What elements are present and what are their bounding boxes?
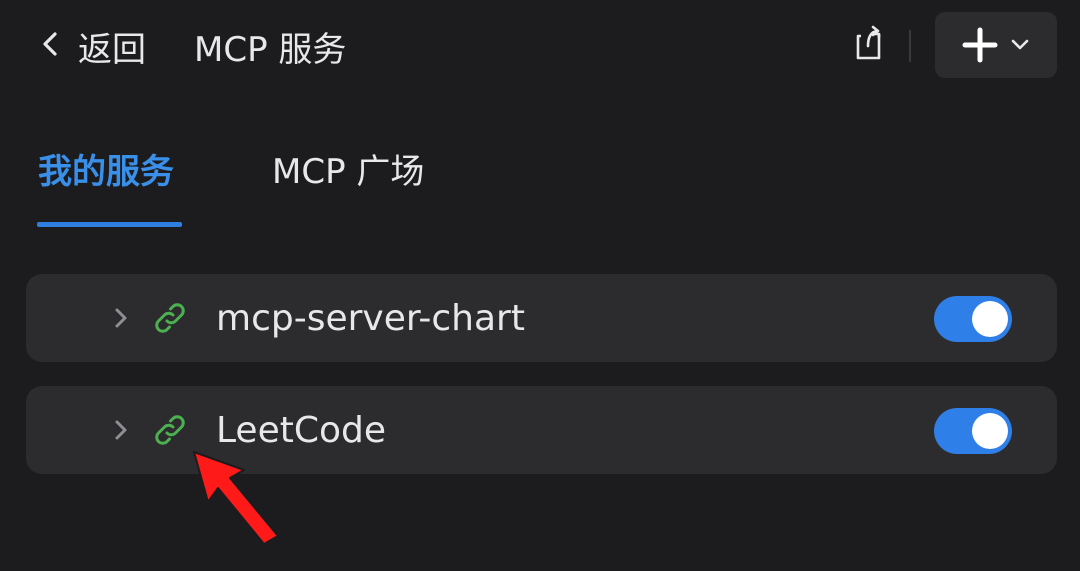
server-enabled-toggle[interactable] bbox=[934, 408, 1012, 454]
server-enabled-toggle[interactable] bbox=[934, 296, 1012, 342]
link-icon bbox=[152, 300, 188, 336]
link-icon bbox=[152, 412, 188, 448]
page-title: MCP 服务 bbox=[194, 29, 347, 70]
add-server-button[interactable] bbox=[935, 12, 1057, 78]
annotation-arrow-icon bbox=[193, 451, 279, 545]
toggle-knob bbox=[972, 301, 1008, 337]
header-divider bbox=[909, 30, 911, 62]
server-card-leetcode[interactable]: LeetCode bbox=[26, 386, 1057, 474]
chevron-down-icon bbox=[1009, 34, 1031, 56]
mcp-services-page: 返回 MCP 服务 我的服务 MCP 广场 mcp-server-chart L… bbox=[0, 0, 1080, 571]
server-name: mcp-server-chart bbox=[216, 297, 525, 339]
chevron-left-icon bbox=[36, 29, 66, 63]
tab-mcp-square[interactable]: MCP 广场 bbox=[272, 140, 424, 196]
toggle-knob bbox=[972, 413, 1008, 449]
back-button[interactable]: 返回 bbox=[36, 18, 146, 74]
tab-my-services[interactable]: 我的服务 bbox=[38, 140, 174, 196]
chevron-right-icon[interactable] bbox=[104, 414, 136, 446]
plus-icon bbox=[961, 26, 999, 64]
share-icon bbox=[848, 24, 888, 68]
back-label: 返回 bbox=[78, 29, 146, 70]
server-card-mcp-server-chart[interactable]: mcp-server-chart bbox=[26, 274, 1057, 362]
share-button[interactable] bbox=[842, 22, 894, 70]
active-tab-indicator bbox=[37, 222, 182, 227]
chevron-right-icon[interactable] bbox=[104, 302, 136, 334]
